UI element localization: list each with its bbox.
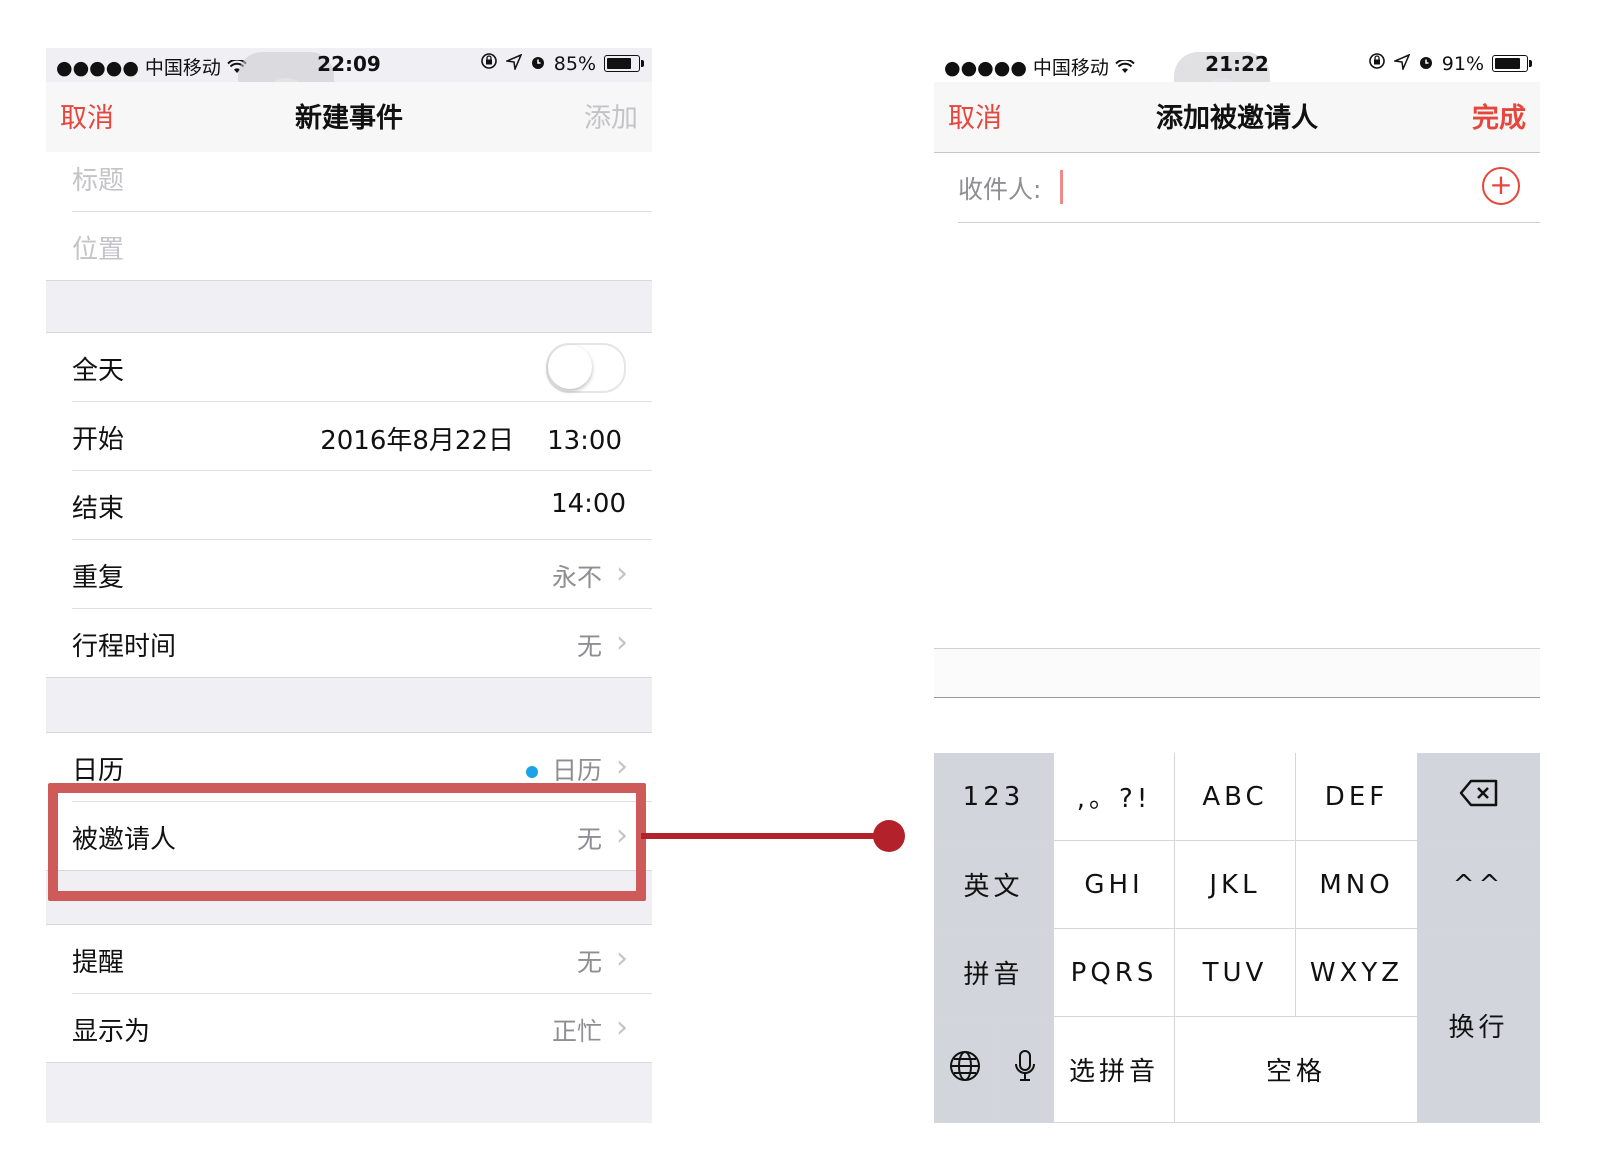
key-english[interactable]: 英文 bbox=[934, 841, 1054, 929]
title-field[interactable]: 标题 bbox=[72, 152, 652, 212]
navigation-bar: 取消 新建事件 添加 bbox=[46, 82, 652, 153]
end-time: 14:00 bbox=[551, 489, 626, 519]
all-day-row: 全天 bbox=[72, 333, 652, 402]
alarm-icon bbox=[530, 53, 546, 75]
battery-icon bbox=[604, 55, 644, 72]
candidate-bar bbox=[934, 648, 1540, 698]
add-invitees-screen: ●●●●● 中国移动 21:22 91% 取消 添加被邀请人 完成 收件人: +… bbox=[934, 48, 1540, 1123]
key-microphone[interactable] bbox=[996, 1017, 1054, 1123]
add-contact-plus-icon[interactable]: + bbox=[1482, 167, 1520, 205]
calendar-row[interactable]: 日历 日历 › bbox=[72, 733, 652, 802]
done-button[interactable]: 完成 bbox=[1472, 96, 1526, 135]
key-jkl[interactable]: JKL bbox=[1175, 841, 1296, 929]
start-row[interactable]: 开始 2016年8月22日 13:00 bbox=[72, 402, 652, 471]
add-button[interactable]: 添加 bbox=[584, 96, 638, 135]
key-wxyz[interactable]: WXYZ bbox=[1296, 929, 1418, 1017]
repeat-value: 永不 bbox=[551, 563, 602, 592]
travel-time-row[interactable]: 行程时间 无 › bbox=[72, 609, 652, 677]
chevron-right-icon: › bbox=[616, 1010, 628, 1045]
location-icon bbox=[504, 53, 523, 75]
key-return[interactable]: 换行 bbox=[1418, 929, 1540, 1123]
pinyin-keyboard: 123 ,。?! ABC DEF 英文 GHI JKL MNO ^^ 拼音 PQ… bbox=[934, 753, 1540, 1123]
end-row[interactable]: 结束 14:00 bbox=[72, 471, 652, 540]
status-bar: ●●●●● 中国移动 22:09 85% bbox=[46, 48, 652, 148]
show-as-value: 正忙 bbox=[551, 1017, 602, 1046]
globe-icon bbox=[949, 1050, 981, 1089]
chevron-right-icon: › bbox=[616, 625, 628, 660]
key-ghi[interactable]: GHI bbox=[1054, 841, 1175, 929]
invitees-row[interactable]: 被邀请人 无 › bbox=[72, 802, 652, 870]
travel-time-label: 行程时间 bbox=[72, 632, 177, 662]
title-location-group: 标题 位置 bbox=[46, 152, 652, 281]
all-day-toggle[interactable] bbox=[546, 343, 626, 393]
key-space[interactable]: 空格 bbox=[1175, 1017, 1418, 1123]
annotation-connector-line bbox=[641, 833, 883, 839]
alert-label: 提醒 bbox=[72, 948, 125, 978]
cancel-button[interactable]: 取消 bbox=[948, 96, 1002, 135]
location-icon bbox=[1392, 53, 1411, 75]
status-bar: ●●●●● 中国移动 21:22 91% bbox=[934, 48, 1540, 148]
key-backspace[interactable] bbox=[1418, 753, 1540, 841]
recipient-label: 收件人: bbox=[958, 175, 1042, 204]
navigation-bar: 取消 添加被邀请人 完成 bbox=[934, 82, 1540, 153]
backspace-icon bbox=[1459, 779, 1499, 814]
toggle-knob bbox=[548, 345, 592, 389]
all-day-label: 全天 bbox=[72, 356, 125, 386]
key-abc[interactable]: ABC bbox=[1175, 753, 1296, 841]
key-select-pinyin[interactable]: 选拼音 bbox=[1054, 1017, 1175, 1123]
repeat-row[interactable]: 重复 永不 › bbox=[72, 540, 652, 609]
key-punctuation[interactable]: ,。?! bbox=[1054, 753, 1175, 841]
calendar-value: 日历 bbox=[551, 756, 602, 785]
battery-percent: 91% bbox=[1441, 52, 1484, 75]
travel-time-value: 无 bbox=[576, 632, 602, 661]
invitees-value: 无 bbox=[576, 825, 602, 854]
page-title: 添加被邀请人 bbox=[1156, 103, 1318, 134]
title-placeholder: 标题 bbox=[72, 166, 125, 196]
cancel-button[interactable]: 取消 bbox=[60, 96, 114, 135]
end-label: 结束 bbox=[72, 494, 125, 524]
key-emoticon[interactable]: ^^ bbox=[1418, 841, 1540, 929]
alert-value: 无 bbox=[576, 948, 602, 977]
key-tuv[interactable]: TUV bbox=[1175, 929, 1296, 1017]
start-time: 13:00 bbox=[547, 426, 622, 456]
show-as-row[interactable]: 显示为 正忙 › bbox=[72, 994, 652, 1062]
battery-icon bbox=[1492, 55, 1532, 72]
calendar-group: 日历 日历 › 被邀请人 无 › bbox=[46, 732, 652, 871]
text-cursor bbox=[1060, 170, 1063, 204]
key-globe[interactable] bbox=[934, 1017, 996, 1123]
key-pinyin[interactable]: 拼音 bbox=[934, 929, 1054, 1017]
key-mno[interactable]: MNO bbox=[1296, 841, 1418, 929]
key-123[interactable]: 123 bbox=[934, 753, 1054, 841]
calendar-label: 日历 bbox=[72, 756, 125, 786]
location-field[interactable]: 位置 bbox=[72, 212, 652, 280]
key-def[interactable]: DEF bbox=[1296, 753, 1418, 841]
battery-percent: 85% bbox=[553, 52, 596, 75]
repeat-label: 重复 bbox=[72, 563, 125, 593]
alert-row[interactable]: 提醒 无 › bbox=[72, 925, 652, 994]
chevron-right-icon: › bbox=[616, 749, 628, 784]
start-label: 开始 bbox=[72, 425, 125, 455]
invitees-label: 被邀请人 bbox=[72, 825, 177, 855]
alarm-icon bbox=[1418, 53, 1434, 75]
start-date: 2016年8月22日 bbox=[320, 426, 514, 456]
chevron-right-icon: › bbox=[616, 556, 628, 591]
recipient-field[interactable]: 收件人: + bbox=[958, 152, 1540, 223]
key-pqrs[interactable]: PQRS bbox=[1054, 929, 1175, 1017]
annotation-connector-dot bbox=[873, 820, 905, 852]
rotation-lock-icon bbox=[1368, 52, 1386, 75]
time-group: 全天 开始 2016年8月22日 13:00 结束 14:00 重复 永不 › … bbox=[46, 332, 652, 678]
alert-group: 提醒 无 › 显示为 正忙 › bbox=[46, 924, 652, 1063]
calendar-color-dot bbox=[525, 766, 538, 778]
chevron-right-icon: › bbox=[616, 818, 628, 853]
rotation-lock-icon bbox=[480, 52, 498, 75]
show-as-label: 显示为 bbox=[72, 1017, 151, 1047]
microphone-icon bbox=[1013, 1049, 1037, 1090]
location-placeholder: 位置 bbox=[72, 235, 125, 265]
page-title: 新建事件 bbox=[295, 103, 403, 134]
chevron-right-icon: › bbox=[616, 941, 628, 976]
new-event-screen: ●●●●● 中国移动 22:09 85% 取消 新建事件 添加 标题 位置 全天… bbox=[46, 48, 652, 1123]
